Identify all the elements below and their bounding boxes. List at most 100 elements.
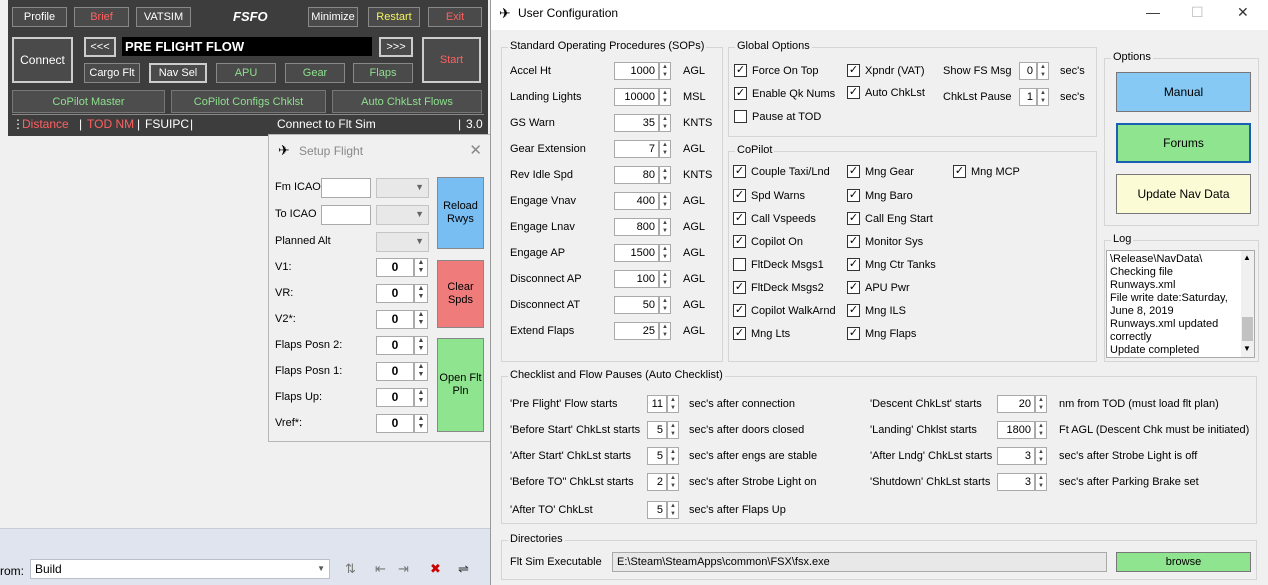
build-combo[interactable]: Build ▼ — [30, 559, 330, 579]
auto-chklst-flows-button[interactable]: Auto ChkLst Flows — [332, 90, 482, 113]
minimize-button[interactable]: Minimize — [308, 7, 358, 27]
mng-ctr-tanks-checkbox[interactable]: ✓ Mng Ctr Tanks — [847, 258, 936, 271]
copilot-on-checkbox[interactable]: ✓ Copilot On — [733, 235, 803, 248]
fltdeck-msgs2-checkbox[interactable]: ✓ FltDeck Msgs2 — [733, 281, 824, 294]
flaps-up-input[interactable]: 0 — [376, 388, 414, 407]
pause-value-input[interactable]: 3 — [997, 447, 1035, 465]
sop-spinner[interactable]: ▲ ▼ — [659, 88, 671, 106]
start-button[interactable]: Start — [422, 37, 481, 83]
show-fs-msg-spinner[interactable]: ▲ ▼ — [1037, 62, 1049, 80]
couple-taxi-checkbox[interactable]: ✓ Couple Taxi/Lnd — [733, 165, 830, 178]
flaps-posn1-input[interactable]: 0 — [376, 362, 414, 381]
pause-spinner[interactable]: ▲ ▼ — [667, 421, 679, 439]
copilot-configs-button[interactable]: CoPilot Configs Chklst — [171, 90, 326, 113]
planned-alt-select[interactable]: ▼ — [376, 232, 429, 252]
flaps-up-spinner[interactable]: ▲ ▼ — [414, 388, 428, 407]
pause-spinner[interactable]: ▲ ▼ — [667, 447, 679, 465]
prev-flow-button[interactable]: <<< — [84, 37, 116, 57]
pause-spinner[interactable]: ▲ ▼ — [667, 473, 679, 491]
sop-spinner[interactable]: ▲ ▼ — [659, 244, 671, 262]
sop-value-input[interactable]: 10000 — [614, 88, 659, 106]
pause-spinner[interactable]: ▲ ▼ — [667, 395, 679, 413]
sop-spinner[interactable]: ▲ ▼ — [659, 62, 671, 80]
flt-sim-exe-path[interactable]: E:\Steam\SteamApps\common\FSX\fsx.exe — [612, 552, 1107, 572]
pause-spinner[interactable]: ▲ ▼ — [1035, 421, 1047, 439]
profile-button[interactable]: Profile — [12, 7, 67, 27]
close-icon[interactable]: ✕ — [469, 141, 482, 159]
forums-button[interactable]: Forums — [1116, 123, 1251, 163]
sop-spinner[interactable]: ▲ ▼ — [659, 166, 671, 184]
auto-chklst-checkbox[interactable]: ✓ Auto ChkLst — [847, 86, 925, 99]
sop-spinner[interactable]: ▲ ▼ — [659, 140, 671, 158]
sop-value-input[interactable]: 100 — [614, 270, 659, 288]
pause-value-input[interactable]: 20 — [997, 395, 1035, 413]
vatsim-button[interactable]: VATSIM — [136, 7, 191, 27]
call-vspeeds-checkbox[interactable]: ✓ Call Vspeeds — [733, 212, 816, 225]
open-flt-pln-button[interactable]: Open Flt Pln — [437, 338, 484, 432]
indent-icon[interactable]: ⇤ — [375, 561, 386, 577]
pause-value-input[interactable]: 5 — [647, 501, 667, 519]
log-scrollbar[interactable]: ▲ ▼ — [1241, 251, 1254, 357]
browse-button[interactable]: browse — [1116, 552, 1251, 572]
vref-input[interactable]: 0 — [376, 414, 414, 433]
chevron-down-icon[interactable]: ▼ — [1243, 342, 1251, 355]
manual-button[interactable]: Manual — [1116, 72, 1251, 112]
sop-value-input[interactable]: 80 — [614, 166, 659, 184]
sop-value-input[interactable]: 800 — [614, 218, 659, 236]
apu-button[interactable]: APU — [216, 63, 276, 83]
reload-rwys-button[interactable]: Reload Rwys — [437, 177, 484, 249]
monitor-sys-checkbox[interactable]: ✓ Monitor Sys — [847, 235, 923, 248]
pause-value-input[interactable]: 11 — [647, 395, 667, 413]
sop-value-input[interactable]: 50 — [614, 296, 659, 314]
call-eng-start-checkbox[interactable]: ✓ Call Eng Start — [847, 212, 933, 225]
chklst-pause-spinner[interactable]: ▲ ▼ — [1037, 88, 1049, 106]
clear-icon[interactable]: ✖ — [430, 561, 441, 577]
pause-spinner[interactable]: ▲ ▼ — [667, 501, 679, 519]
flaps-button[interactable]: Flaps — [353, 63, 413, 83]
pause-value-input[interactable]: 5 — [647, 447, 667, 465]
nav-sel-button[interactable]: Nav Sel — [149, 63, 207, 83]
sop-value-input[interactable]: 7 — [614, 140, 659, 158]
vr-input[interactable]: 0 — [376, 284, 414, 303]
show-fs-msg-input[interactable]: 0 — [1019, 62, 1037, 80]
mng-baro-checkbox[interactable]: ✓ Mng Baro — [847, 189, 913, 202]
enable-qk-nums-checkbox[interactable]: ✓ Enable Qk Nums — [734, 87, 835, 100]
minimize-icon[interactable]: — — [1146, 4, 1160, 20]
mng-lts-checkbox[interactable]: ✓ Mng Lts — [733, 327, 790, 340]
sop-spinner[interactable]: ▲ ▼ — [659, 322, 671, 340]
xpndr-checkbox[interactable]: ✓ Xpndr (VAT) — [847, 64, 925, 77]
pause-spinner[interactable]: ▲ ▼ — [1035, 447, 1047, 465]
chevron-up-icon[interactable]: ▲ — [1243, 251, 1251, 264]
sop-spinner[interactable]: ▲ ▼ — [659, 114, 671, 132]
copilot-master-button[interactable]: CoPilot Master — [12, 90, 165, 113]
force-on-top-checkbox[interactable]: ✓ Force On Top — [734, 64, 818, 77]
mng-gear-checkbox[interactable]: ✓ Mng Gear — [847, 165, 914, 178]
fm-icao-input[interactable] — [321, 178, 371, 198]
scroll-thumb[interactable] — [1242, 317, 1253, 341]
log-textbox[interactable]: \Release\NavData\ Checking file Runways.… — [1106, 250, 1255, 358]
sort-icon[interactable]: ⇅ — [345, 561, 356, 577]
flaps-posn2-input[interactable]: 0 — [376, 336, 414, 355]
maximize-icon[interactable]: ☐ — [1191, 4, 1204, 21]
to-icao-input[interactable] — [321, 205, 371, 225]
clear-spds-button[interactable]: Clear Spds — [437, 260, 484, 328]
chklst-pause-input[interactable]: 1 — [1019, 88, 1037, 106]
outdent-icon[interactable]: ⇥ — [398, 561, 409, 577]
sop-spinner[interactable]: ▲ ▼ — [659, 296, 671, 314]
fm-runway-select[interactable]: ▼ — [376, 178, 429, 198]
sop-value-input[interactable]: 1500 — [614, 244, 659, 262]
pause-value-input[interactable]: 3 — [997, 473, 1035, 491]
update-nav-data-button[interactable]: Update Nav Data — [1116, 174, 1251, 214]
apu-pwr-checkbox[interactable]: ✓ APU Pwr — [847, 281, 910, 294]
fltdeck-msgs1-checkbox[interactable]: FltDeck Msgs1 — [733, 258, 824, 271]
sop-value-input[interactable]: 35 — [614, 114, 659, 132]
sop-spinner[interactable]: ▲ ▼ — [659, 192, 671, 210]
next-flow-button[interactable]: >>> — [379, 37, 413, 57]
flaps-posn1-spinner[interactable]: ▲ ▼ — [414, 362, 428, 381]
v1-input[interactable]: 0 — [376, 258, 414, 277]
vr-spinner[interactable]: ▲ ▼ — [414, 284, 428, 303]
v1-spinner[interactable]: ▲ ▼ — [414, 258, 428, 277]
mng-mcp-checkbox[interactable]: ✓ Mng MCP — [953, 165, 1020, 178]
wrap-icon[interactable]: ⇌ — [458, 561, 469, 577]
sop-value-input[interactable]: 400 — [614, 192, 659, 210]
